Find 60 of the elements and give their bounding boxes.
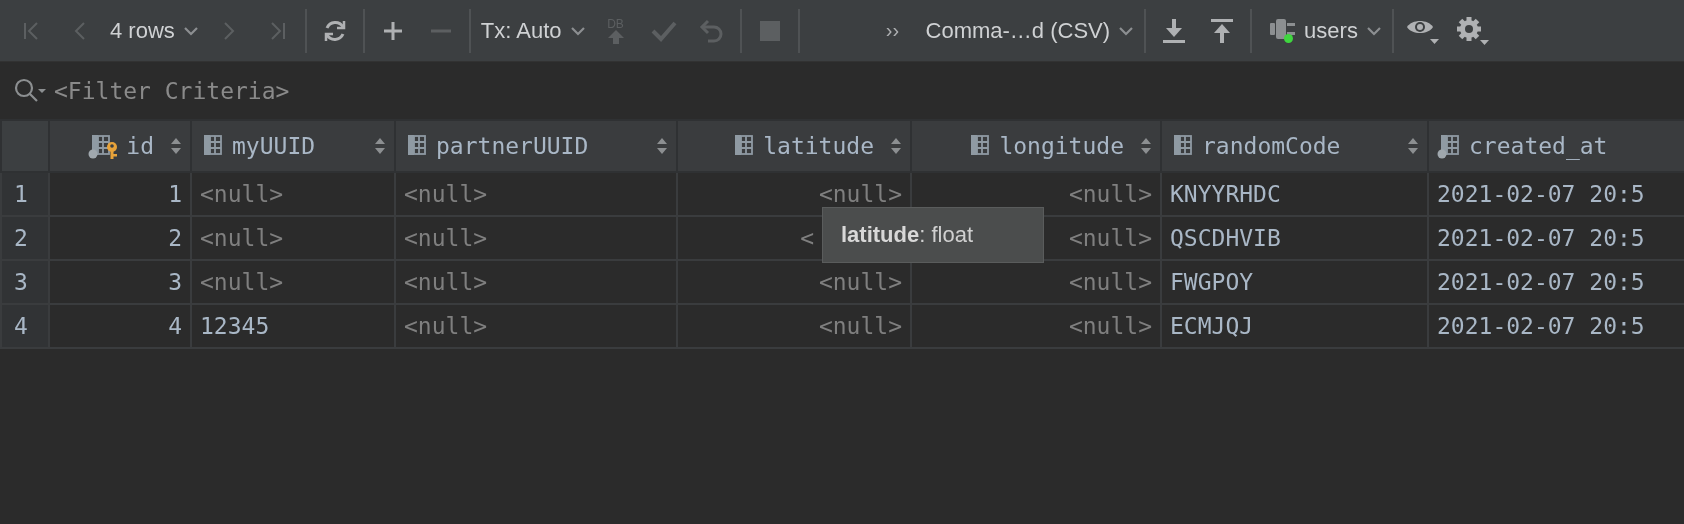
stop-icon <box>759 20 780 41</box>
row-number: 2 <box>1 216 49 260</box>
previous-page-icon <box>73 19 87 42</box>
row-number: 4 <box>1 304 49 348</box>
table-cell: 1 <box>49 172 191 216</box>
gear-icon <box>1455 15 1490 46</box>
chevron-down-icon <box>1118 25 1135 36</box>
table-cell: <null> <box>395 304 677 348</box>
row-number: 3 <box>1 260 49 304</box>
upload-icon <box>1210 17 1235 44</box>
column-header[interactable]: randomCode <box>1161 120 1428 172</box>
table-cell: <null> <box>191 216 395 260</box>
minus-icon <box>429 28 452 33</box>
dropdown-button[interactable]: Tx: Auto <box>474 10 592 51</box>
next-page-icon <box>221 19 236 42</box>
column-header[interactable]: myUUID <box>191 120 395 172</box>
checkmark-icon <box>650 19 677 42</box>
chevron-down-icon <box>1365 25 1382 36</box>
column-name: randomCode <box>1202 133 1341 159</box>
plus-icon <box>381 19 404 42</box>
table-cell: FWGPOY <box>1161 260 1428 304</box>
chevron-down-icon <box>569 25 586 36</box>
column-name: created_at <box>1469 133 1608 159</box>
download-icon <box>1162 17 1187 44</box>
table-cell: <null> <box>191 260 395 304</box>
arrow-up-icon <box>606 29 625 44</box>
column-name: partnerUUID <box>436 133 589 159</box>
table-cell: <null> <box>677 304 911 348</box>
table-cell: QSCDHVIB <box>1161 216 1428 260</box>
table-cell: <null> <box>191 172 395 216</box>
column-name: id <box>126 133 154 159</box>
table-cell: 12345 <box>191 304 395 348</box>
column-header[interactable]: id <box>49 120 191 172</box>
table-cell: <null> <box>395 260 677 304</box>
column-type-tooltip: latitude: float <box>822 207 1044 263</box>
dropdown-button[interactable]: Comma-…d (CSV) <box>919 10 1141 51</box>
column-name: myUUID <box>232 133 316 159</box>
column-header[interactable]: longitude <box>911 120 1161 172</box>
filter-field[interactable]: <Filter Criteria> <box>54 70 1684 111</box>
table-cell: <null> <box>395 216 677 260</box>
table-cell: ECMJQJ <box>1161 304 1428 348</box>
table-cell: KNYYRHDC <box>1161 172 1428 216</box>
table-cell: 4 <box>49 304 191 348</box>
row-number: 1 <box>1 172 49 216</box>
column-header[interactable]: latitude <box>677 120 911 172</box>
dropdown-button[interactable]: 4 rows <box>104 10 205 51</box>
table-cell: 3 <box>49 260 191 304</box>
undo-icon <box>698 17 725 44</box>
column-name: latitude <box>763 133 874 159</box>
table-cell: <null> <box>395 172 677 216</box>
table-cell: 2 <box>49 216 191 260</box>
chevron-down-icon <box>182 25 199 36</box>
plug-icon <box>1270 17 1297 40</box>
more-button[interactable]: ›› <box>877 10 908 51</box>
datasource-button[interactable]: users <box>1264 10 1388 51</box>
column-name: longitude <box>999 133 1124 159</box>
search-icon[interactable] <box>14 77 48 104</box>
column-header[interactable]: partnerUUID <box>395 120 677 172</box>
table-cell: <null> <box>911 304 1161 348</box>
column-header[interactable]: created_at <box>1428 120 1684 172</box>
